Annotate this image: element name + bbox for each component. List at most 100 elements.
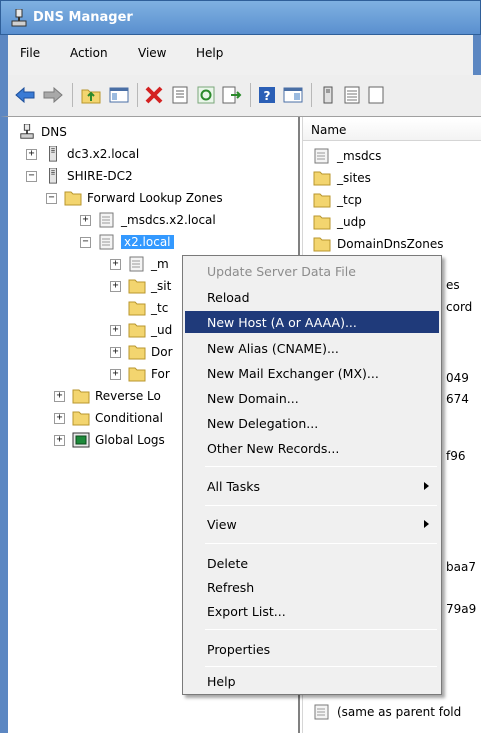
refresh-icon[interactable] (195, 84, 217, 106)
delete-icon[interactable] (143, 84, 165, 106)
expand-icon[interactable]: + (110, 258, 121, 270)
menu-label: New Mail Exchanger (MX)... (207, 365, 379, 381)
tree-node-dc3[interactable]: + dc3.x2.local (26, 143, 139, 165)
properties-icon[interactable] (169, 84, 191, 106)
list-item[interactable]: _sites (313, 168, 371, 188)
toolbar-separator (72, 83, 73, 107)
expand-icon[interactable]: + (110, 324, 121, 336)
menu-update-server-data-file: Update Server Data File (185, 260, 439, 282)
list-item[interactable]: DomainDnsZones (313, 234, 443, 254)
submenu-arrow-icon (424, 520, 429, 528)
collapse-icon[interactable]: − (26, 170, 37, 182)
tree-label: Global Logs (95, 433, 165, 447)
menu-help[interactable]: Help (185, 670, 439, 692)
tree-node-sites[interactable]: + _sit (110, 275, 171, 297)
menu-bar: File Action View Help (0, 35, 481, 75)
list-item[interactable]: _tcp (313, 190, 362, 210)
tree-label: Dor (151, 345, 173, 359)
tree-node-forward-lookup-zones[interactable]: − Forward Lookup Zones (46, 187, 223, 209)
menu-label: Refresh (207, 579, 255, 595)
menu-label: Properties (207, 641, 271, 657)
menu-file[interactable]: File (20, 46, 40, 60)
record-icon (314, 704, 329, 720)
menu-refresh[interactable]: Refresh (185, 576, 439, 598)
tree-node-conditional-forwarders[interactable]: + Conditional (54, 407, 163, 429)
toolbar-separator (137, 83, 138, 107)
folder-icon (128, 367, 146, 382)
tree-label: For (151, 367, 170, 381)
tree-node-x2-local[interactable]: − x2.local (80, 231, 175, 253)
menu-new-alias[interactable]: New Alias (CNAME)... (185, 337, 439, 359)
collapse-icon[interactable]: − (80, 236, 91, 248)
tree-label: Forward Lookup Zones (87, 191, 223, 205)
tree-node-forestdnszones[interactable]: + For (110, 363, 170, 385)
menu-new-mail-exchanger[interactable]: New Mail Exchanger (MX)... (185, 362, 439, 384)
list-item[interactable]: _msdcs (313, 146, 381, 166)
tree-node-reverse-lookup-zones[interactable]: + Reverse Lo (54, 385, 161, 407)
expand-icon[interactable]: + (54, 412, 65, 424)
show-hide-tree-icon[interactable] (108, 84, 130, 106)
dns-server-icon (20, 124, 34, 139)
toolbar: ? (0, 75, 481, 117)
folder-icon (128, 323, 146, 338)
expand-icon[interactable]: + (26, 148, 37, 160)
menu-new-delegation[interactable]: New Delegation... (185, 412, 439, 434)
collapse-icon[interactable]: − (46, 192, 57, 204)
tree-node-msdcs[interactable]: + _m (110, 253, 169, 275)
tree-node-global-logs[interactable]: + Global Logs (54, 429, 165, 451)
list-item-fragment: baa7 (446, 560, 476, 574)
expand-icon[interactable]: + (54, 390, 65, 402)
menu-view[interactable]: View (138, 46, 166, 60)
document-icon[interactable] (365, 84, 387, 106)
tree-node-tcp[interactable]: _tc (128, 297, 168, 319)
tree-node-udp[interactable]: + _ud (110, 319, 172, 341)
tree-node-msdcs-zone[interactable]: + _msdcs.x2.local (80, 209, 216, 231)
help-icon[interactable]: ? (256, 84, 278, 106)
expand-icon[interactable]: + (80, 214, 91, 226)
menu-all-tasks[interactable]: All Tasks (185, 475, 439, 497)
list-item-fragment: cord (446, 300, 473, 314)
expand-icon[interactable]: + (110, 346, 121, 358)
menu-properties[interactable]: Properties (185, 638, 439, 660)
column-header-name[interactable]: Name (303, 119, 481, 141)
tree-node-dns[interactable]: DNS (18, 121, 67, 143)
console-icon[interactable] (282, 84, 304, 106)
forward-arrow-icon[interactable] (42, 84, 64, 106)
log-icon (72, 432, 90, 448)
tree-node-shire-dc2[interactable]: − SHIRE-DC2 (26, 165, 133, 187)
menu-new-domain[interactable]: New Domain... (185, 387, 439, 409)
expand-icon[interactable]: + (54, 434, 65, 446)
export-list-icon[interactable] (221, 84, 243, 106)
zone-icon (99, 212, 114, 228)
menu-view[interactable]: View (185, 513, 439, 535)
toolbar-separator (250, 83, 251, 107)
list-item-fragment: 674 (446, 392, 469, 406)
menu-delete[interactable]: Delete (185, 552, 439, 574)
menu-help[interactable]: Help (196, 46, 223, 60)
tree-label: Conditional (95, 411, 163, 425)
menu-separator (205, 505, 437, 506)
tree-node-domaindnszones[interactable]: + Dor (110, 341, 173, 363)
expand-icon[interactable]: + (110, 368, 121, 380)
list-item-label: _sites (337, 171, 371, 185)
zone-icon (314, 148, 329, 164)
list-item[interactable]: (same as parent fold (313, 702, 461, 722)
list-item-label: (same as parent fold (337, 705, 462, 719)
list-item-fragment: es (446, 278, 460, 292)
menu-export-list[interactable]: Export List... (185, 600, 439, 622)
back-arrow-icon[interactable] (14, 84, 36, 106)
list-item-fragment: f96 (446, 449, 466, 463)
toolbar-separator (311, 83, 312, 107)
menu-label: Help (207, 673, 236, 689)
title-bar[interactable]: DNS Manager (0, 0, 481, 35)
server-icon[interactable] (317, 84, 339, 106)
list-item[interactable]: _udp (313, 212, 366, 232)
expand-icon[interactable]: + (110, 280, 121, 292)
list-icon[interactable] (341, 84, 363, 106)
menu-other-new-records[interactable]: Other New Records... (185, 437, 439, 459)
tree-label: dc3.x2.local (67, 147, 140, 161)
menu-new-host[interactable]: New Host (A or AAAA)... (185, 311, 439, 333)
up-folder-icon[interactable] (80, 84, 102, 106)
menu-reload[interactable]: Reload (185, 286, 439, 308)
menu-action[interactable]: Action (70, 46, 108, 60)
